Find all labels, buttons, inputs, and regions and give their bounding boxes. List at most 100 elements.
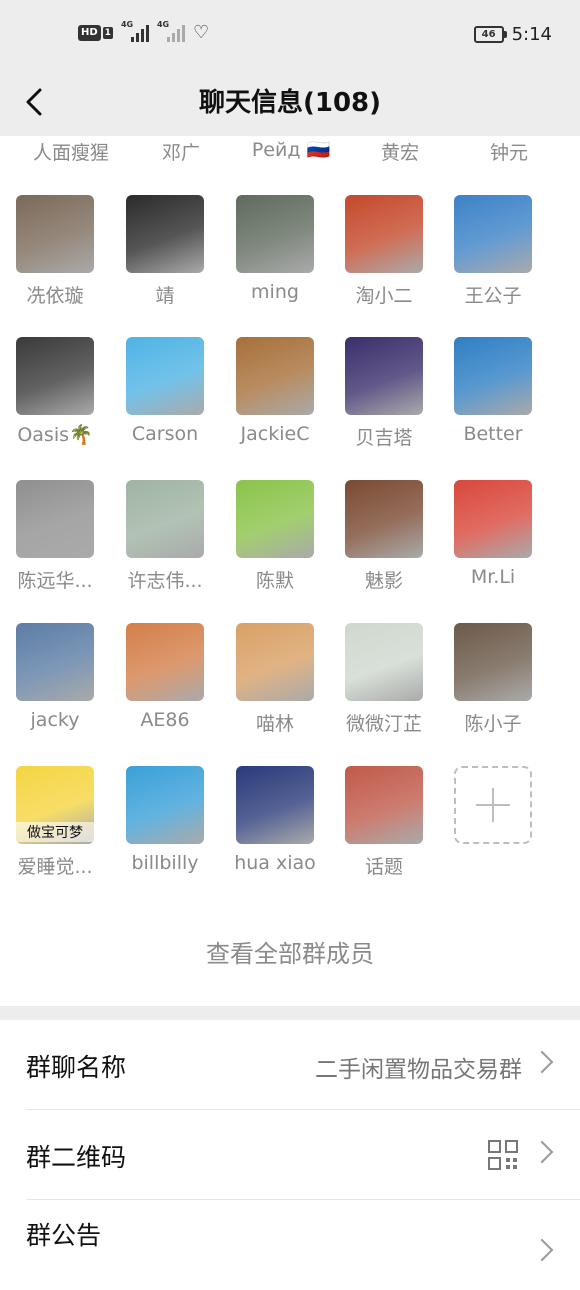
member-name: 话题 bbox=[364, 856, 403, 878]
avatar-overlay-text: 做宝可梦 bbox=[16, 822, 94, 842]
group-qr-label: 群二维码 bbox=[26, 1143, 127, 1172]
member-avatar[interactable] bbox=[16, 480, 94, 558]
member-avatar[interactable]: 做宝可梦 bbox=[16, 766, 94, 844]
hd-label: HD bbox=[78, 25, 101, 41]
member-avatar[interactable] bbox=[454, 337, 532, 415]
member-tile[interactable]: Oasis🌴 bbox=[0, 337, 110, 457]
member-avatar[interactable] bbox=[345, 623, 423, 701]
member-name[interactable]: 钟元 bbox=[454, 138, 564, 165]
status-bar: HD 1 4G 4G ♡ 46 5:14 bbox=[0, 0, 580, 70]
member-avatar[interactable] bbox=[236, 195, 314, 273]
member-avatar[interactable] bbox=[126, 337, 204, 415]
signal-icon-2: 4G bbox=[157, 20, 185, 42]
member-tile[interactable]: 魅影 bbox=[329, 480, 439, 600]
member-tile[interactable]: jacky bbox=[0, 623, 110, 743]
member-avatar[interactable] bbox=[345, 337, 423, 415]
member-tile[interactable]: 陈远华... bbox=[0, 480, 110, 600]
member-avatar[interactable] bbox=[345, 195, 423, 273]
member-avatar[interactable] bbox=[236, 623, 314, 701]
member-tile[interactable]: 话题 bbox=[329, 766, 439, 886]
page-title: 聊天信息(108) bbox=[198, 88, 382, 118]
member-name: 靖 bbox=[155, 285, 175, 307]
member-avatar[interactable] bbox=[345, 766, 423, 844]
member-tile[interactable]: 陈小子 bbox=[438, 623, 548, 743]
chevron-right-icon bbox=[530, 1140, 554, 1164]
member-tile[interactable]: 冼依璇 bbox=[0, 195, 110, 315]
member-tile[interactable]: 靖 bbox=[110, 195, 220, 315]
member-name[interactable]: 邓广 bbox=[126, 138, 236, 165]
member-tile[interactable]: 陈默 bbox=[220, 480, 330, 600]
member-tile[interactable]: 贝吉塔 bbox=[329, 337, 439, 457]
health-heart-icon: ♡ bbox=[192, 22, 210, 43]
member-tile[interactable]: 淘小二 bbox=[329, 195, 439, 315]
member-tile[interactable]: AE86 bbox=[110, 623, 220, 743]
member-tile[interactable]: ming bbox=[220, 195, 330, 315]
member-tile[interactable]: Better bbox=[438, 337, 548, 457]
member-name: 喵林 bbox=[255, 713, 294, 735]
member-name: 陈小子 bbox=[464, 713, 522, 735]
member-tile[interactable]: Carson bbox=[110, 337, 220, 457]
signal-icon-1: 4G bbox=[121, 20, 149, 42]
status-icons-right: 46 5:14 bbox=[473, 24, 552, 45]
member-tile[interactable]: JackieC bbox=[220, 337, 330, 457]
member-name: Better bbox=[463, 423, 523, 445]
member-name: Mr.Li bbox=[470, 566, 516, 588]
member-avatar[interactable] bbox=[16, 337, 94, 415]
member-avatar[interactable] bbox=[454, 623, 532, 701]
chevron-right-icon bbox=[530, 1238, 554, 1262]
member-tile[interactable]: 喵林 bbox=[220, 623, 330, 743]
member-avatar[interactable] bbox=[236, 766, 314, 844]
group-notice-row[interactable]: 群公告 bbox=[0, 1200, 580, 1290]
member-tile[interactable]: 王公子 bbox=[438, 195, 548, 315]
member-name: 爱睡觉... bbox=[17, 856, 93, 878]
status-icons-left: HD 1 4G 4G ♡ bbox=[78, 20, 210, 43]
member-avatar[interactable] bbox=[126, 195, 204, 273]
hd-indicator: HD 1 bbox=[78, 25, 113, 41]
add-member-icon[interactable] bbox=[454, 766, 532, 844]
member-avatar[interactable] bbox=[236, 480, 314, 558]
signal-label-2: 4G bbox=[156, 20, 170, 29]
member-name: AE86 bbox=[140, 709, 190, 731]
member-name[interactable]: 黄宏 bbox=[345, 138, 455, 165]
member-avatar[interactable] bbox=[454, 480, 532, 558]
member-avatar[interactable] bbox=[236, 337, 314, 415]
partial-member-row: 人面瘦猩 邓广 Рейд 🇷🇺 黄宏 钟元 bbox=[0, 138, 580, 168]
member-name[interactable]: Рейд 🇷🇺 bbox=[236, 138, 346, 161]
section-divider bbox=[0, 1006, 580, 1020]
member-tile[interactable]: 微微汀芷 bbox=[329, 623, 439, 743]
member-name: 王公子 bbox=[464, 285, 522, 307]
member-name: 微微汀芷 bbox=[345, 713, 422, 735]
member-avatar[interactable] bbox=[16, 623, 94, 701]
member-avatar[interactable] bbox=[345, 480, 423, 558]
group-name-row[interactable]: 群聊名称 二手闲置物品交易群 bbox=[0, 1020, 580, 1110]
group-qr-row[interactable]: 群二维码 bbox=[0, 1110, 580, 1200]
member-avatar[interactable] bbox=[16, 195, 94, 273]
group-notice-label: 群公告 bbox=[26, 1221, 102, 1250]
group-name-label: 群聊名称 bbox=[26, 1053, 127, 1082]
nav-bar: 聊天信息(108) bbox=[0, 70, 580, 136]
member-avatar[interactable] bbox=[454, 195, 532, 273]
signal-label-1: 4G bbox=[120, 20, 134, 29]
member-tile[interactable]: 做宝可梦爱睡觉... bbox=[0, 766, 110, 886]
battery-icon: 46 bbox=[473, 26, 507, 43]
member-name[interactable]: 人面瘦猩 bbox=[16, 138, 126, 165]
member-tile[interactable]: 许志伟... bbox=[110, 480, 220, 600]
add-member-tile[interactable] bbox=[438, 766, 548, 886]
chevron-right-icon bbox=[530, 1050, 554, 1074]
hd-sub: 1 bbox=[102, 27, 113, 39]
member-name: Oasis🌴 bbox=[17, 424, 93, 446]
member-avatar[interactable] bbox=[126, 766, 204, 844]
member-avatar[interactable] bbox=[126, 623, 204, 701]
member-tile[interactable]: billbilly bbox=[110, 766, 220, 886]
member-name: 陈默 bbox=[255, 570, 294, 592]
member-name: ming bbox=[251, 281, 299, 303]
member-tile[interactable]: Mr.Li bbox=[438, 480, 548, 600]
member-name: 贝吉塔 bbox=[355, 427, 413, 449]
member-avatar[interactable] bbox=[126, 480, 204, 558]
view-all-members-link[interactable]: 查看全部群成员 bbox=[0, 934, 580, 969]
member-name: Carson bbox=[131, 423, 199, 445]
member-name: 淘小二 bbox=[355, 285, 413, 307]
member-name: 冼依璇 bbox=[26, 285, 84, 307]
member-name: 魅影 bbox=[364, 570, 403, 592]
member-tile[interactable]: hua xiao bbox=[220, 766, 330, 886]
